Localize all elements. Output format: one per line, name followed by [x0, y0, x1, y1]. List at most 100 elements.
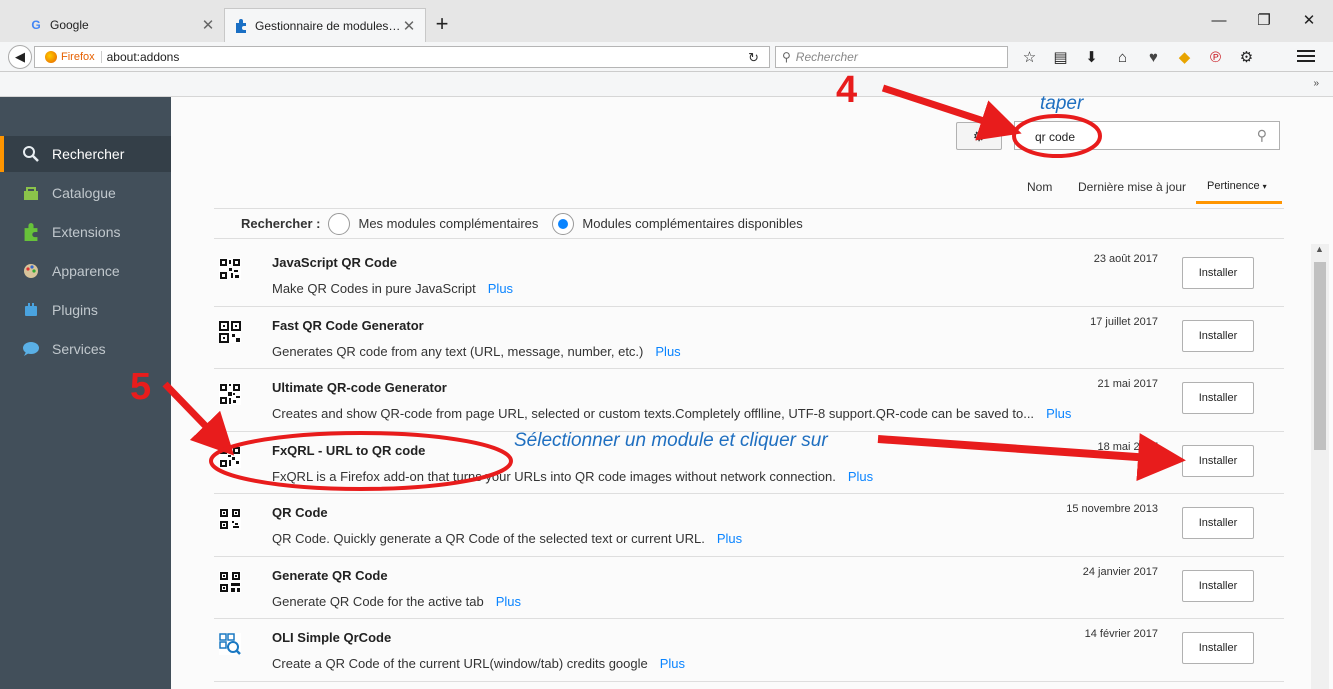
sidebar-item-appearance[interactable]: Apparence [0, 253, 171, 289]
addon-name[interactable]: Generate QR Code [272, 568, 388, 583]
downloads-icon[interactable]: ⬇ [1076, 48, 1107, 66]
more-link[interactable]: Plus [717, 531, 742, 546]
search-icon: ⚲ [782, 50, 791, 64]
puzzle-icon [233, 18, 249, 34]
install-button[interactable]: Installer [1182, 319, 1254, 352]
reload-icon[interactable]: ↻ [748, 50, 759, 66]
maximize-button[interactable]: ❐ [1242, 6, 1286, 34]
scrollbar-thumb[interactable] [1314, 262, 1326, 450]
home-icon[interactable]: ⌂ [1107, 49, 1138, 66]
firefox-icon [45, 51, 57, 63]
screenshot-extension-icon[interactable]: ⚙ [1231, 48, 1262, 66]
addon-date: 21 mai 2017 [1097, 378, 1158, 390]
addon-name[interactable]: FxQRL - URL to QR code [272, 443, 425, 458]
scroll-up-icon[interactable]: ▲ [1315, 244, 1324, 254]
menu-icon[interactable] [1297, 48, 1315, 64]
sidebar-item-services[interactable]: Services [0, 331, 171, 367]
addon-description: FxQRL is a Firefox add-on that turns you… [272, 469, 1172, 484]
sidebar-item-label: Services [52, 341, 106, 357]
pocket-icon[interactable]: ♥ [1138, 49, 1169, 66]
more-link[interactable]: Plus [488, 281, 513, 296]
install-button[interactable]: Installer [1182, 444, 1254, 477]
install-button[interactable]: Installer [1182, 507, 1254, 539]
sort-by-last-updated[interactable]: Dernière mise à jour [1078, 180, 1186, 194]
sidebar-item-catalog[interactable]: Catalogue [0, 175, 171, 211]
sidebar-item-label: Plugins [52, 302, 98, 318]
addon-row[interactable]: Ultimate QR-code Generator Creates and s… [214, 369, 1284, 432]
addon-date: 14 février 2017 [1084, 628, 1158, 640]
addon-name[interactable]: QR Code [272, 505, 328, 520]
radio-my-addons-label[interactable]: Mes modules complémentaires [358, 216, 538, 231]
qr-code-icon [219, 570, 241, 593]
addon-row[interactable]: QR Code QR Code. Quickly generate a QR C… [214, 494, 1284, 557]
more-link[interactable]: Plus [848, 469, 873, 484]
addon-name[interactable]: JavaScript QR Code [272, 255, 397, 270]
more-link[interactable]: Plus [655, 344, 680, 359]
more-link[interactable]: Plus [496, 594, 521, 609]
addon-row[interactable]: Fast QR Code Generator Generates QR code… [214, 306, 1284, 369]
scope-label: Rechercher : [241, 216, 321, 231]
addon-description: Generate QR Code for the active tab Plus [272, 594, 1172, 609]
qr-code-icon [219, 258, 241, 280]
addon-name[interactable]: OLI Simple QrCode [272, 630, 391, 645]
addon-row[interactable]: Generate QR Code Generate QR Code for th… [214, 556, 1284, 619]
search-scope-bar: Rechercher : Mes modules complémentaires… [214, 208, 1284, 239]
addon-search-input[interactable]: qr code ⚲ [1014, 121, 1280, 150]
sort-by-relevance[interactable]: Pertinence ▾ [1196, 171, 1282, 204]
tools-gear-button[interactable]: ⚙ [956, 122, 1002, 150]
tab-addons-manager[interactable]: Gestionnaire de modules complémentaires … [224, 8, 426, 42]
sort-by-name[interactable]: Nom [1027, 180, 1052, 194]
sidebar-item-search[interactable]: Rechercher [0, 136, 171, 172]
sidebar-item-extensions[interactable]: Extensions [0, 214, 171, 250]
addon-description: Make QR Codes in pure JavaScript Plus [272, 281, 1172, 296]
radio-selected-dot [558, 218, 569, 229]
toolbar-icons: ☆ ▤ ⬇ ⌂ ♥ ◆ ℗ ⚙ [1014, 46, 1262, 68]
install-button[interactable]: Installer [1182, 257, 1254, 289]
google-icon: G [31, 18, 41, 32]
addon-description: QR Code. Quickly generate a QR Code of t… [272, 531, 1172, 546]
url-text[interactable]: about:addons [107, 50, 180, 64]
new-tab-button[interactable]: + [430, 13, 454, 37]
install-button[interactable]: Installer [1182, 632, 1254, 664]
content-scrollbar[interactable]: ▲ [1311, 244, 1329, 689]
minimize-button[interactable]: — [1197, 6, 1241, 34]
bookmark-star-icon[interactable]: ☆ [1014, 48, 1045, 66]
addon-description: Create a QR Code of the current URL(wind… [272, 656, 1172, 671]
sort-relevance-label: Pertinence [1207, 180, 1260, 192]
search-placeholder: Rechercher [795, 50, 858, 64]
catalog-icon [20, 183, 42, 203]
addon-row[interactable]: OLI Simple QrCode Create a QR Code of th… [214, 619, 1284, 682]
more-link[interactable]: Plus [1046, 406, 1071, 421]
tab-google[interactable]: G Google ✕ [20, 8, 224, 42]
addon-description: Creates and show QR-code from page URL, … [272, 406, 1172, 421]
search-icon [20, 144, 42, 164]
puzzle-icon [20, 222, 42, 242]
dropdown-arrow-icon: ▾ [1262, 182, 1267, 191]
bookmarks-library-icon[interactable]: ▤ [1045, 48, 1076, 66]
install-button[interactable]: Installer [1182, 382, 1254, 414]
install-button[interactable]: Installer [1182, 569, 1254, 602]
window-close-button[interactable]: ✕ [1287, 6, 1331, 34]
overflow-chevron-icon[interactable]: » [1313, 78, 1319, 89]
radio-available-addons[interactable] [552, 212, 575, 235]
addon-row[interactable]: JavaScript QR Code Make QR Codes in pure… [214, 244, 1284, 307]
sidebar-item-plugins[interactable]: Plugins [0, 292, 171, 328]
pinterest-icon[interactable]: ℗ [1200, 49, 1231, 66]
sidebar-item-label: Extensions [52, 224, 121, 240]
radio-my-addons[interactable] [328, 212, 351, 235]
addon-name[interactable]: Ultimate QR-code Generator [272, 380, 447, 395]
addon-description-text: Generate QR Code for the active tab [272, 593, 484, 609]
close-tab-icon[interactable]: ✕ [401, 17, 417, 35]
extension-color-icon[interactable]: ◆ [1169, 48, 1200, 66]
addon-description-text: QR Code. Quickly generate a QR Code of t… [272, 531, 705, 546]
more-link[interactable]: Plus [660, 656, 685, 671]
tab-label: Google [50, 18, 89, 32]
close-tab-icon[interactable]: ✕ [200, 16, 216, 34]
browser-search-input[interactable]: ⚲ Rechercher [775, 46, 1008, 68]
url-bar[interactable]: Firefox about:addons ↻ [34, 46, 770, 68]
back-button[interactable]: ◀ [8, 45, 32, 69]
addon-name[interactable]: Fast QR Code Generator [272, 318, 424, 333]
radio-available-addons-label[interactable]: Modules complémentaires disponibles [582, 216, 802, 231]
addon-description-text: Generates QR code from any text (URL, me… [272, 343, 644, 359]
step-number-4: 4 [836, 69, 858, 111]
